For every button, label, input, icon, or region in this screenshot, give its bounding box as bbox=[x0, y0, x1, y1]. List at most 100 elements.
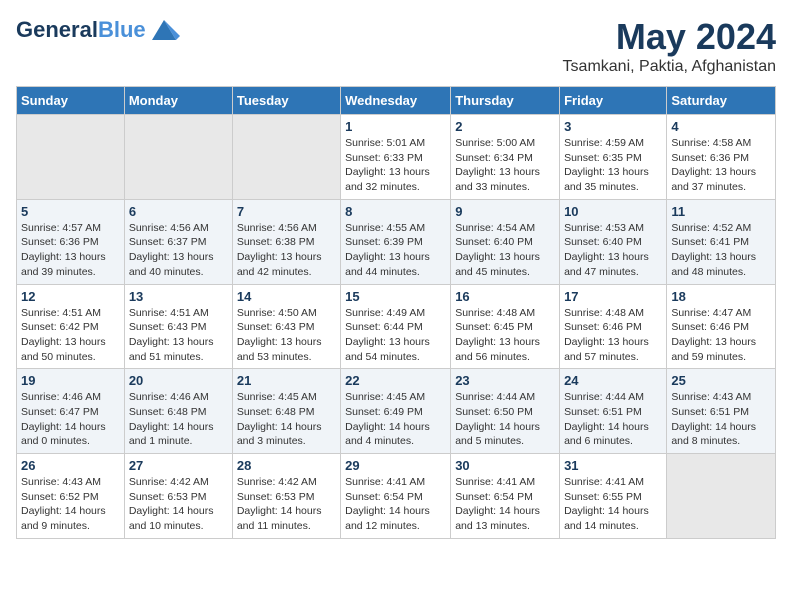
day-info: Sunrise: 4:45 AM Sunset: 6:48 PM Dayligh… bbox=[237, 390, 336, 449]
calendar-cell: 17 Sunrise: 4:48 AM Sunset: 6:46 PM Dayli… bbox=[560, 284, 667, 369]
calendar-cell: 19 Sunrise: 4:46 AM Sunset: 6:47 PM Dayli… bbox=[17, 369, 125, 454]
day-info: Sunrise: 4:41 AM Sunset: 6:54 PM Dayligh… bbox=[345, 475, 446, 534]
logo: GeneralBlue bbox=[16, 16, 180, 44]
calendar-cell: 11 Sunrise: 4:52 AM Sunset: 6:41 PM Dayli… bbox=[667, 199, 776, 284]
calendar-cell: 10Sunrise: 4:53 AM Sunset: 6:40 PM Dayli… bbox=[560, 199, 667, 284]
day-number: 31 bbox=[564, 458, 662, 473]
calendar-cell: 28 Sunrise: 4:42 AM Sunset: 6:53 PM Dayli… bbox=[232, 454, 340, 539]
day-number: 14 bbox=[237, 289, 336, 304]
day-info: Sunrise: 4:56 AM Sunset: 6:38 PM Dayligh… bbox=[237, 221, 336, 280]
day-info: Sunrise: 4:59 AM Sunset: 6:35 PM Dayligh… bbox=[564, 136, 662, 195]
calendar-cell: 18 Sunrise: 4:47 AM Sunset: 6:46 PM Dayli… bbox=[667, 284, 776, 369]
day-number: 20 bbox=[129, 373, 228, 388]
calendar-table: SundayMondayTuesdayWednesdayThursdayFrid… bbox=[16, 86, 776, 539]
day-number: 27 bbox=[129, 458, 228, 473]
day-info: Sunrise: 4:49 AM Sunset: 6:44 PM Dayligh… bbox=[345, 306, 446, 365]
calendar-week-row: 26 Sunrise: 4:43 AM Sunset: 6:52 PM Dayli… bbox=[17, 454, 776, 539]
day-info: Sunrise: 4:43 AM Sunset: 6:51 PM Dayligh… bbox=[671, 390, 771, 449]
weekday-header-cell: Saturday bbox=[667, 87, 776, 115]
day-number: 28 bbox=[237, 458, 336, 473]
day-number: 25 bbox=[671, 373, 771, 388]
month-title: May 2024 bbox=[563, 16, 776, 58]
page-header: GeneralBlue May 2024 Tsamkani, Paktia, A… bbox=[16, 16, 776, 76]
day-number: 7 bbox=[237, 204, 336, 219]
day-info: Sunrise: 4:41 AM Sunset: 6:55 PM Dayligh… bbox=[564, 475, 662, 534]
day-number: 10 bbox=[564, 204, 662, 219]
weekday-header-cell: Thursday bbox=[451, 87, 560, 115]
calendar-cell: 27 Sunrise: 4:42 AM Sunset: 6:53 PM Dayli… bbox=[124, 454, 232, 539]
calendar-cell: 24Sunrise: 4:44 AM Sunset: 6:51 PM Dayli… bbox=[560, 369, 667, 454]
calendar-cell: 4Sunrise: 4:58 AM Sunset: 6:36 PM Daylig… bbox=[667, 115, 776, 200]
calendar-cell: 2 Sunrise: 5:00 AM Sunset: 6:34 PM Daylig… bbox=[451, 115, 560, 200]
day-info: Sunrise: 4:47 AM Sunset: 6:46 PM Dayligh… bbox=[671, 306, 771, 365]
day-number: 24 bbox=[564, 373, 662, 388]
calendar-cell: 8 Sunrise: 4:55 AM Sunset: 6:39 PM Daylig… bbox=[341, 199, 451, 284]
day-info: Sunrise: 4:52 AM Sunset: 6:41 PM Dayligh… bbox=[671, 221, 771, 280]
day-info: Sunrise: 5:01 AM Sunset: 6:33 PM Dayligh… bbox=[345, 136, 446, 195]
day-number: 18 bbox=[671, 289, 771, 304]
day-info: Sunrise: 4:57 AM Sunset: 6:36 PM Dayligh… bbox=[21, 221, 120, 280]
weekday-header-row: SundayMondayTuesdayWednesdayThursdayFrid… bbox=[17, 87, 776, 115]
weekday-header-cell: Monday bbox=[124, 87, 232, 115]
calendar-cell bbox=[232, 115, 340, 200]
location: Tsamkani, Paktia, Afghanistan bbox=[563, 58, 776, 76]
day-number: 29 bbox=[345, 458, 446, 473]
day-info: Sunrise: 5:00 AM Sunset: 6:34 PM Dayligh… bbox=[455, 136, 555, 195]
calendar-cell: 23 Sunrise: 4:44 AM Sunset: 6:50 PM Dayli… bbox=[451, 369, 560, 454]
weekday-header-cell: Tuesday bbox=[232, 87, 340, 115]
calendar-cell bbox=[124, 115, 232, 200]
day-info: Sunrise: 4:58 AM Sunset: 6:36 PM Dayligh… bbox=[671, 136, 771, 195]
calendar-cell: 15Sunrise: 4:49 AM Sunset: 6:44 PM Dayli… bbox=[341, 284, 451, 369]
day-number: 6 bbox=[129, 204, 228, 219]
calendar-cell: 25 Sunrise: 4:43 AM Sunset: 6:51 PM Dayli… bbox=[667, 369, 776, 454]
day-info: Sunrise: 4:46 AM Sunset: 6:48 PM Dayligh… bbox=[129, 390, 228, 449]
day-number: 5 bbox=[21, 204, 120, 219]
day-number: 11 bbox=[671, 204, 771, 219]
day-number: 3 bbox=[564, 119, 662, 134]
calendar-cell: 9 Sunrise: 4:54 AM Sunset: 6:40 PM Daylig… bbox=[451, 199, 560, 284]
day-info: Sunrise: 4:42 AM Sunset: 6:53 PM Dayligh… bbox=[129, 475, 228, 534]
day-info: Sunrise: 4:43 AM Sunset: 6:52 PM Dayligh… bbox=[21, 475, 120, 534]
calendar-cell bbox=[667, 454, 776, 539]
day-number: 17 bbox=[564, 289, 662, 304]
calendar-cell: 20 Sunrise: 4:46 AM Sunset: 6:48 PM Dayli… bbox=[124, 369, 232, 454]
weekday-header-cell: Sunday bbox=[17, 87, 125, 115]
calendar-cell: 31 Sunrise: 4:41 AM Sunset: 6:55 PM Dayli… bbox=[560, 454, 667, 539]
day-number: 16 bbox=[455, 289, 555, 304]
day-number: 19 bbox=[21, 373, 120, 388]
day-number: 12 bbox=[21, 289, 120, 304]
day-info: Sunrise: 4:50 AM Sunset: 6:43 PM Dayligh… bbox=[237, 306, 336, 365]
day-number: 1 bbox=[345, 119, 446, 134]
day-info: Sunrise: 4:51 AM Sunset: 6:43 PM Dayligh… bbox=[129, 306, 228, 365]
calendar-cell: 26 Sunrise: 4:43 AM Sunset: 6:52 PM Dayli… bbox=[17, 454, 125, 539]
day-info: Sunrise: 4:42 AM Sunset: 6:53 PM Dayligh… bbox=[237, 475, 336, 534]
day-number: 13 bbox=[129, 289, 228, 304]
calendar-cell: 7 Sunrise: 4:56 AM Sunset: 6:38 PM Daylig… bbox=[232, 199, 340, 284]
calendar-cell: 1 Sunrise: 5:01 AM Sunset: 6:33 PM Daylig… bbox=[341, 115, 451, 200]
calendar-cell: 5 Sunrise: 4:57 AM Sunset: 6:36 PM Daylig… bbox=[17, 199, 125, 284]
day-info: Sunrise: 4:46 AM Sunset: 6:47 PM Dayligh… bbox=[21, 390, 120, 449]
day-number: 26 bbox=[21, 458, 120, 473]
calendar-week-row: 12Sunrise: 4:51 AM Sunset: 6:42 PM Dayli… bbox=[17, 284, 776, 369]
day-number: 2 bbox=[455, 119, 555, 134]
calendar-week-row: 5 Sunrise: 4:57 AM Sunset: 6:36 PM Daylig… bbox=[17, 199, 776, 284]
day-info: Sunrise: 4:48 AM Sunset: 6:45 PM Dayligh… bbox=[455, 306, 555, 365]
day-number: 9 bbox=[455, 204, 555, 219]
day-info: Sunrise: 4:45 AM Sunset: 6:49 PM Dayligh… bbox=[345, 390, 446, 449]
day-info: Sunrise: 4:48 AM Sunset: 6:46 PM Dayligh… bbox=[564, 306, 662, 365]
day-info: Sunrise: 4:55 AM Sunset: 6:39 PM Dayligh… bbox=[345, 221, 446, 280]
day-number: 21 bbox=[237, 373, 336, 388]
calendar-cell: 29 Sunrise: 4:41 AM Sunset: 6:54 PM Dayli… bbox=[341, 454, 451, 539]
calendar-cell: 3 Sunrise: 4:59 AM Sunset: 6:35 PM Daylig… bbox=[560, 115, 667, 200]
day-info: Sunrise: 4:54 AM Sunset: 6:40 PM Dayligh… bbox=[455, 221, 555, 280]
day-number: 22 bbox=[345, 373, 446, 388]
calendar-cell: 6Sunrise: 4:56 AM Sunset: 6:37 PM Daylig… bbox=[124, 199, 232, 284]
logo-icon bbox=[148, 16, 180, 44]
day-number: 23 bbox=[455, 373, 555, 388]
day-number: 8 bbox=[345, 204, 446, 219]
day-info: Sunrise: 4:44 AM Sunset: 6:50 PM Dayligh… bbox=[455, 390, 555, 449]
calendar-cell: 13 Sunrise: 4:51 AM Sunset: 6:43 PM Dayli… bbox=[124, 284, 232, 369]
logo-text: GeneralBlue bbox=[16, 18, 146, 42]
calendar-cell: 16 Sunrise: 4:48 AM Sunset: 6:45 PM Dayli… bbox=[451, 284, 560, 369]
calendar-cell: 14 Sunrise: 4:50 AM Sunset: 6:43 PM Dayli… bbox=[232, 284, 340, 369]
